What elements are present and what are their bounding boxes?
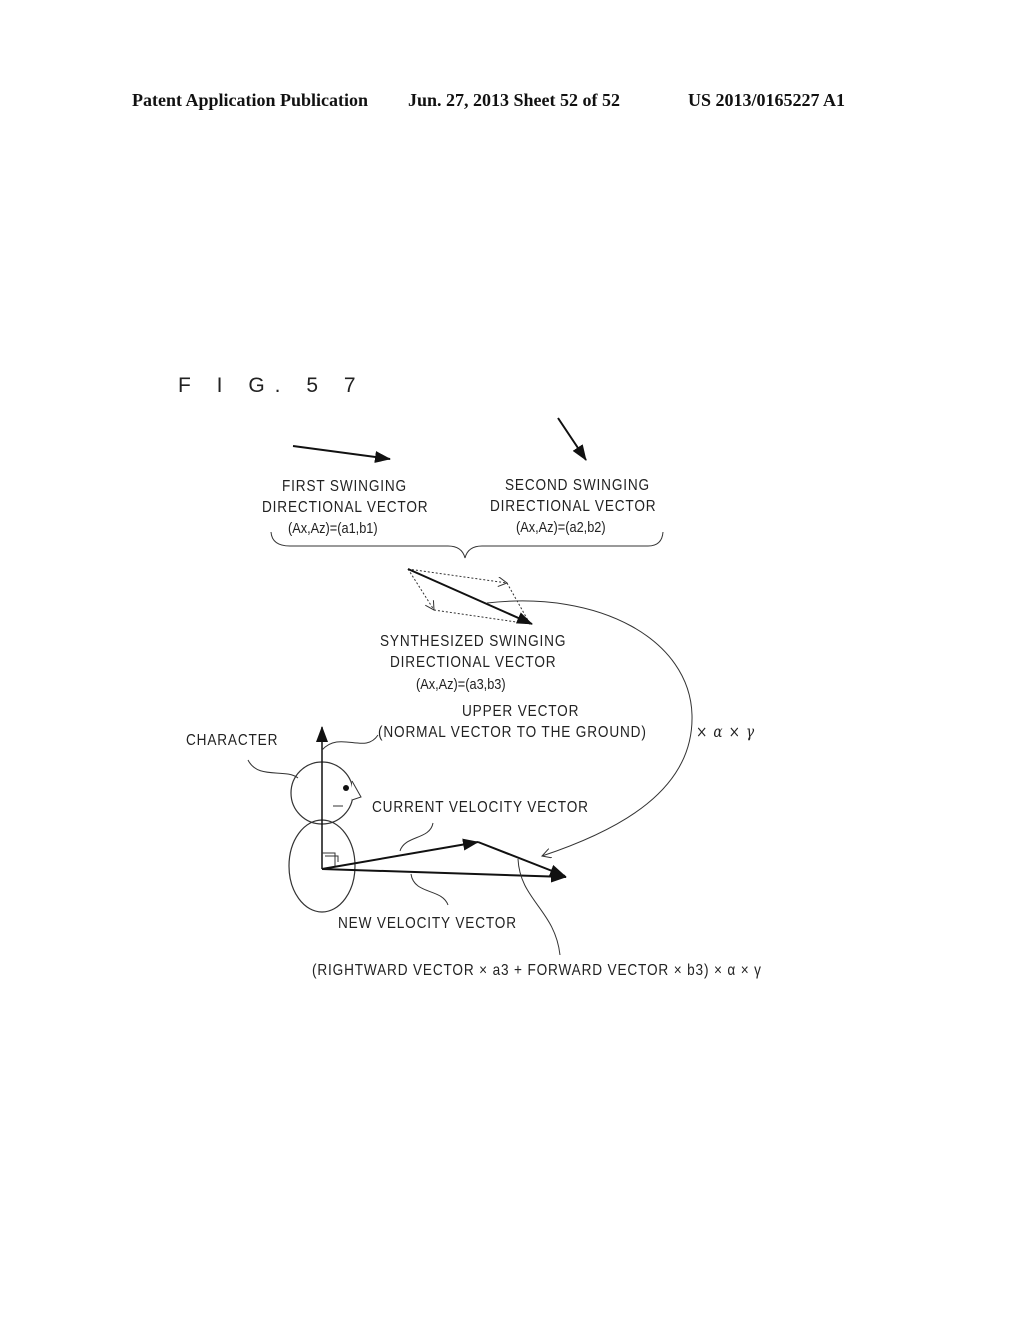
new-velocity-arrow xyxy=(321,868,567,883)
new-velocity-leader xyxy=(410,873,449,906)
second-vector-arrow xyxy=(557,417,587,461)
upper-vector-line1: UPPER VECTOR xyxy=(462,703,580,720)
first-vector-formula: (Ax,Az)=(a1,b1) xyxy=(288,520,378,537)
new-velocity-label: NEW VELOCITY VECTOR xyxy=(338,915,517,932)
current-velocity-label: CURRENT VELOCITY VECTOR xyxy=(372,799,589,816)
synthesized-vector-formula: (Ax,Az)=(a3,b3) xyxy=(416,676,506,693)
upper-vector-line2: (NORMAL VECTOR TO THE GROUND) xyxy=(378,724,647,741)
right-angle-mark xyxy=(322,852,336,866)
character-eye xyxy=(343,785,349,791)
current-velocity-leader xyxy=(399,822,434,852)
second-vector-line2: DIRECTIONAL VECTOR xyxy=(490,498,657,515)
multiplier-label: × α × γ xyxy=(696,722,756,741)
character-leader xyxy=(247,759,299,779)
upper-vector-leader xyxy=(321,734,379,751)
added-vector-arrow xyxy=(477,841,566,877)
first-vector-line2: DIRECTIONAL VECTOR xyxy=(262,499,429,516)
character-beak xyxy=(351,780,362,801)
second-vector-formula: (Ax,Az)=(a2,b2) xyxy=(516,519,606,536)
current-velocity-arrow xyxy=(321,838,479,870)
character-label: CHARACTER xyxy=(186,732,279,749)
second-vector-line1: SECOND SWINGING xyxy=(505,477,650,494)
first-vector-arrow xyxy=(292,445,391,463)
first-vector-line1: FIRST SWINGING xyxy=(282,478,407,495)
equation-label: (RIGHTWARD VECTOR × a3 + FORWARD VECTOR … xyxy=(312,962,762,979)
synthesized-vector-line1: SYNTHESIZED SWINGING xyxy=(380,633,567,650)
synthesized-vector-line2: DIRECTIONAL VECTOR xyxy=(390,654,557,671)
equation-leader xyxy=(517,858,561,956)
